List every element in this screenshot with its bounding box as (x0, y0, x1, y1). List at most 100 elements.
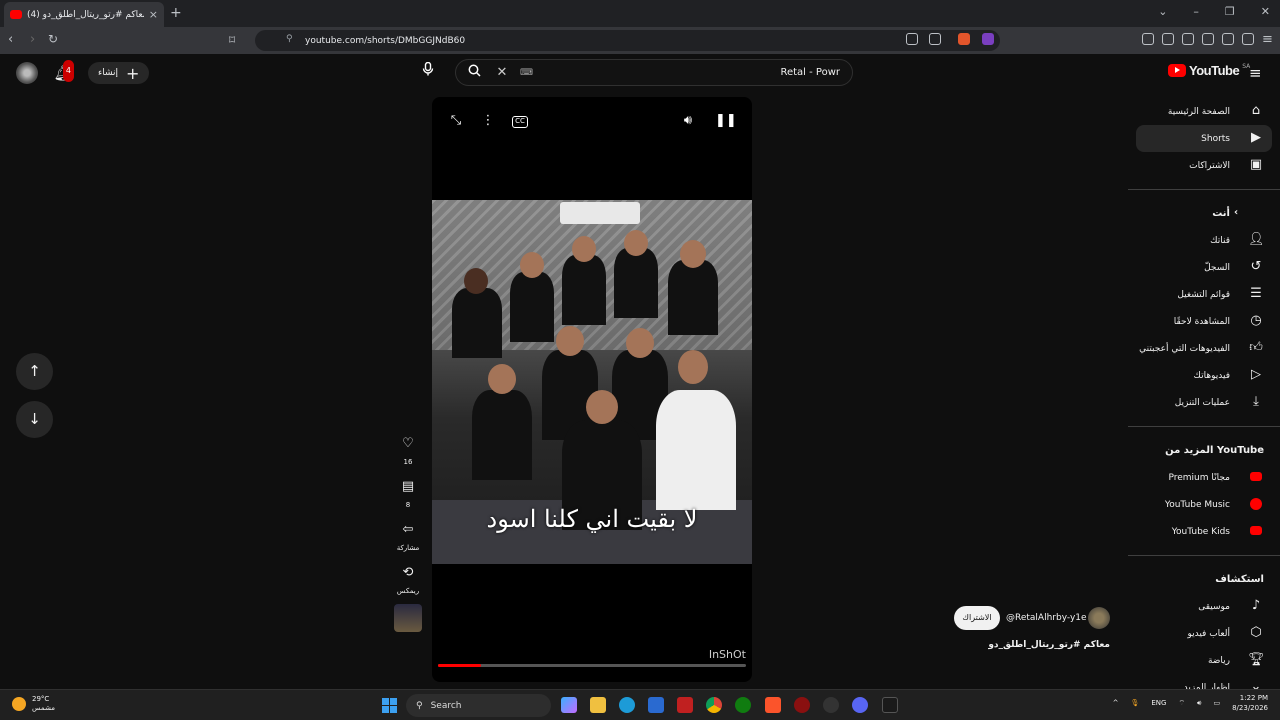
search-bar[interactable]: ✕ ⌨ Retal - Powr (455, 59, 853, 86)
volume-tray-icon[interactable]: 🔊︎ (1197, 699, 1201, 708)
restore-icon[interactable]: ❐ (1225, 5, 1235, 18)
app-icon[interactable] (823, 697, 839, 713)
sidebar-item-history[interactable]: السجلّ ↺ (1128, 254, 1280, 281)
leo-icon[interactable] (1222, 33, 1234, 45)
captions-icon[interactable]: CC (512, 116, 528, 128)
microphone-tray-icon[interactable]: 🎙︎ (1130, 699, 1139, 707)
sidebar-toggle-icon[interactable] (1182, 33, 1194, 45)
create-button[interactable]: إنشاء + (88, 62, 150, 84)
app-icon[interactable] (677, 697, 693, 713)
back-icon[interactable]: ‹ (8, 32, 13, 47)
wallet-icon[interactable] (1202, 33, 1214, 45)
chrome-icon[interactable] (706, 697, 722, 713)
sidebar-item-sports[interactable]: رياضة 🏆︎ (1128, 647, 1280, 674)
voice-search-button[interactable] (416, 61, 440, 85)
xbox-icon[interactable] (735, 697, 751, 713)
fullscreen-icon[interactable]: ⤡ (446, 113, 466, 128)
volume-icon[interactable]: 🔊︎ (678, 113, 698, 128)
sound-thumbnail[interactable] (392, 604, 424, 632)
sidebar-heading-more: المزيد من YouTube (1128, 437, 1280, 464)
file-explorer-icon[interactable] (590, 697, 606, 713)
more-options-icon[interactable]: ⋮ (478, 113, 498, 128)
progress-bar[interactable] (438, 664, 746, 667)
network-icon[interactable]: ⌔ (1178, 699, 1185, 708)
sidebar-item-shorts[interactable]: Shorts ▶ (1136, 125, 1272, 152)
minimize-icon[interactable]: – (1193, 5, 1199, 18)
youtube-logo[interactable]: YouTube SA (1168, 63, 1250, 78)
previous-short-button[interactable]: ↑ (16, 353, 53, 390)
edge-icon[interactable] (619, 697, 635, 713)
sidebar-item-watch-later[interactable]: المشاهدة لاحقًا ◷ (1128, 308, 1280, 335)
taskbar-search[interactable]: ⚲ Search (406, 694, 551, 717)
next-short-button[interactable]: ↓ (16, 401, 53, 438)
progress-fill (438, 664, 482, 667)
pause-icon[interactable]: ❚❚ (715, 113, 737, 128)
sidebar-item-playlists[interactable]: قوائم التشغيل ☰ (1128, 281, 1280, 308)
remix-icon: ⟲ (402, 565, 414, 580)
vpn-icon[interactable] (1242, 33, 1254, 45)
clock[interactable]: 1:22 PM 8/23/2026 (1232, 693, 1268, 713)
bookmark-icon[interactable]: ⌑ (229, 33, 235, 47)
sidebar-heading-you[interactable]: أنت ‹ (1128, 200, 1280, 227)
close-window-icon[interactable]: ✕ (1261, 5, 1270, 18)
forward-icon[interactable]: › (30, 32, 35, 47)
channel-avatar[interactable] (1088, 607, 1110, 629)
sidebar-item-liked-videos[interactable]: الفيديوهات التي أعجبتني 👍︎ (1128, 335, 1280, 362)
windows-start-icon[interactable] (382, 698, 397, 713)
address-bar[interactable]: ⌑ ⚲ youtube.com/shorts/DMbGGJNdB60 (229, 30, 1000, 51)
search-icon[interactable] (456, 64, 492, 81)
sidebar-item-downloads[interactable]: عمليات التنزيل ⤓ (1128, 389, 1280, 416)
brave-icon[interactable] (765, 697, 781, 713)
sidebar-item-label: السجلّ (1204, 262, 1230, 273)
sidebar-item-home[interactable]: الصفحة الرئيسية ⌂ (1128, 98, 1280, 125)
like-button[interactable]: ♡ 16 (392, 432, 424, 466)
battery-icon[interactable]: ▭ (1213, 699, 1220, 707)
subscribe-button[interactable]: الاشتراك (954, 606, 1000, 630)
store-icon[interactable] (648, 697, 664, 713)
system-tray: ^ 🎙︎ ENG ⌔ 🔊︎ ▭ 1:22 PM 8/23/2026 (1113, 693, 1268, 713)
notifications-button[interactable]: 🔔︎ 4 (52, 60, 74, 84)
new-tab-icon[interactable]: + (170, 5, 182, 21)
guide-menu-icon[interactable]: ≡ (1249, 64, 1262, 82)
channel-handle[interactable]: @RetalAlhrby-y1e (1006, 613, 1087, 623)
sidebar-item-music[interactable]: موسيقى ♪ (1128, 593, 1280, 620)
chevron-up-icon[interactable]: ^ (1113, 699, 1119, 707)
remix-button[interactable]: ⟲ ريمكس (392, 561, 424, 595)
terminal-icon[interactable] (882, 697, 898, 713)
translate-icon[interactable] (906, 33, 918, 45)
discord-icon[interactable] (852, 697, 868, 713)
arrow-down-icon: ↓ (28, 410, 41, 428)
share-button[interactable]: ⇦ مشاركة (392, 518, 424, 552)
reload-icon[interactable]: ↻ (48, 32, 58, 46)
clear-search-icon[interactable]: ✕ (492, 65, 512, 80)
sidebar-item-subscriptions[interactable]: الاشتراكات ▣ (1128, 152, 1280, 179)
video-title[interactable]: معاكم #رتو_ريتال_اطلق_دو (988, 640, 1110, 650)
sidebar-item-youtube-kids[interactable]: YouTube Kids (1128, 518, 1280, 545)
search-input[interactable]: Retal - Powr (780, 67, 840, 78)
weather-widget[interactable]: 29°C مشمس (12, 695, 55, 713)
sidebar-item-label: الاشتراكات (1189, 160, 1230, 171)
video-frame[interactable]: لا بقيت اني كلنا اسود (432, 200, 752, 564)
chevron-down-icon[interactable]: ⌄ (1158, 5, 1167, 18)
keyboard-icon[interactable]: ⌨ (520, 68, 533, 78)
sidebar-item-youtube-music[interactable]: YouTube Music (1128, 491, 1280, 518)
brave-rewards-icon[interactable] (982, 33, 994, 45)
shorts-player[interactable]: ⤡ ⋮ CC 🔊︎ ❚❚ لا بقيت اني كلنا اسود InShO… (432, 97, 752, 682)
site-info-icon[interactable]: ⚲ (286, 34, 293, 44)
close-tab-icon[interactable]: × (149, 8, 158, 21)
copilot-icon[interactable] (561, 697, 577, 713)
sidebar-item-gaming[interactable]: ألعاب فيديو ⬡ (1128, 620, 1280, 647)
sidebar-item-your-videos[interactable]: فيديوهاتك ▷ (1128, 362, 1280, 389)
sidebar-item-premium[interactable]: Premium مجانًا (1128, 464, 1280, 491)
cast-icon[interactable] (929, 33, 941, 45)
account-avatar[interactable] (16, 62, 38, 84)
brave-shield-icon[interactable] (958, 33, 970, 45)
menu-icon[interactable]: ≡ (1262, 32, 1273, 47)
app-icon[interactable] (794, 697, 810, 713)
language-indicator[interactable]: ENG (1151, 699, 1166, 707)
media-icon[interactable] (1162, 33, 1174, 45)
browser-tab[interactable]: (4) معاكم #رتو_ريتال_اطلق_دو × (4, 2, 164, 27)
extensions-icon[interactable] (1142, 33, 1154, 45)
comments-button[interactable]: ▤ 8 (392, 475, 424, 509)
sidebar-item-your-channel[interactable]: قناتك 👤︎ (1128, 227, 1280, 254)
